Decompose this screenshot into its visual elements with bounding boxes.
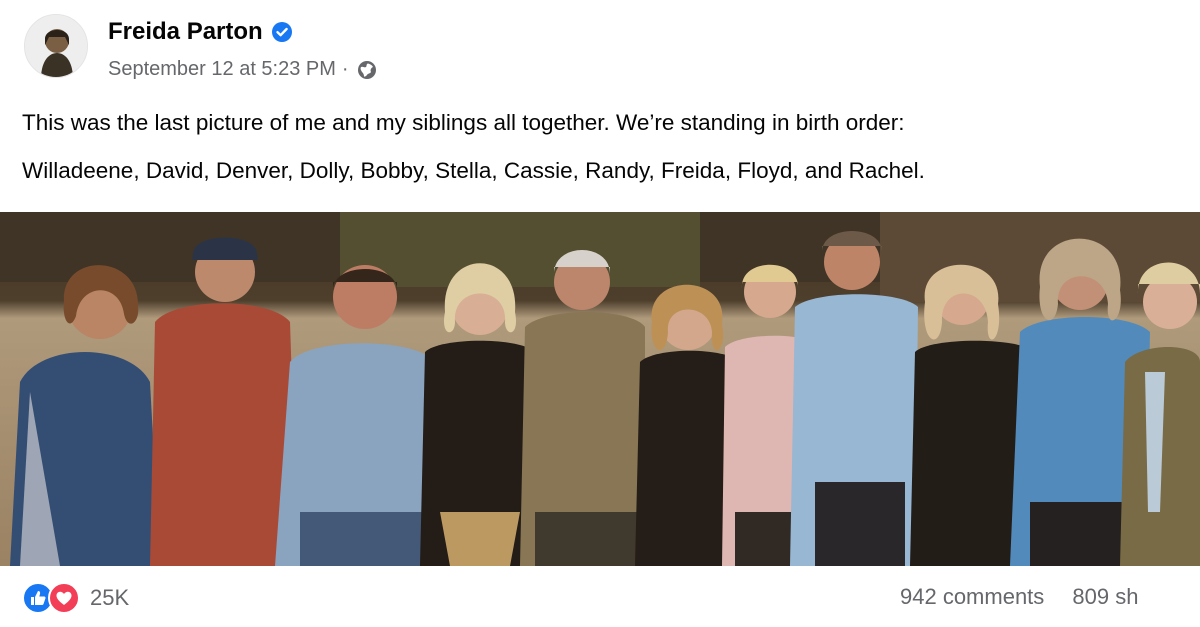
- verified-badge-icon: [271, 21, 293, 43]
- post-photo[interactable]: [0, 212, 1200, 566]
- author-name[interactable]: Freida Parton: [108, 18, 263, 46]
- reaction-count: 25K: [90, 585, 130, 610]
- post-footer: 25K 942 comments 809 sh: [0, 566, 1200, 627]
- post-text-line-1: This was the last picture of me and my s…: [22, 110, 905, 135]
- comments-count[interactable]: 942 comments: [900, 584, 1044, 609]
- post-header: Freida Parton September 12 at 5:23 PM ·: [0, 0, 1200, 100]
- engagement-stats: 942 comments 809 sh: [900, 584, 1138, 610]
- post-timestamp[interactable]: September 12 at 5:23 PM: [108, 58, 336, 81]
- author-avatar[interactable]: [24, 14, 88, 78]
- post-meta: September 12 at 5:23 PM ·: [108, 58, 377, 81]
- love-icon: [48, 582, 80, 614]
- meta-separator: ·: [341, 58, 349, 80]
- shares-count[interactable]: 809 sh: [1072, 584, 1138, 609]
- avatar-image: [25, 15, 87, 77]
- author-row: Freida Parton: [108, 18, 293, 46]
- siblings-photo: [0, 212, 1200, 566]
- globe-icon[interactable]: [357, 60, 377, 80]
- post-text-line-2: Willadeene, David, Denver, Dolly, Bobby,…: [22, 158, 925, 183]
- reactions-summary[interactable]: 25K: [22, 582, 129, 614]
